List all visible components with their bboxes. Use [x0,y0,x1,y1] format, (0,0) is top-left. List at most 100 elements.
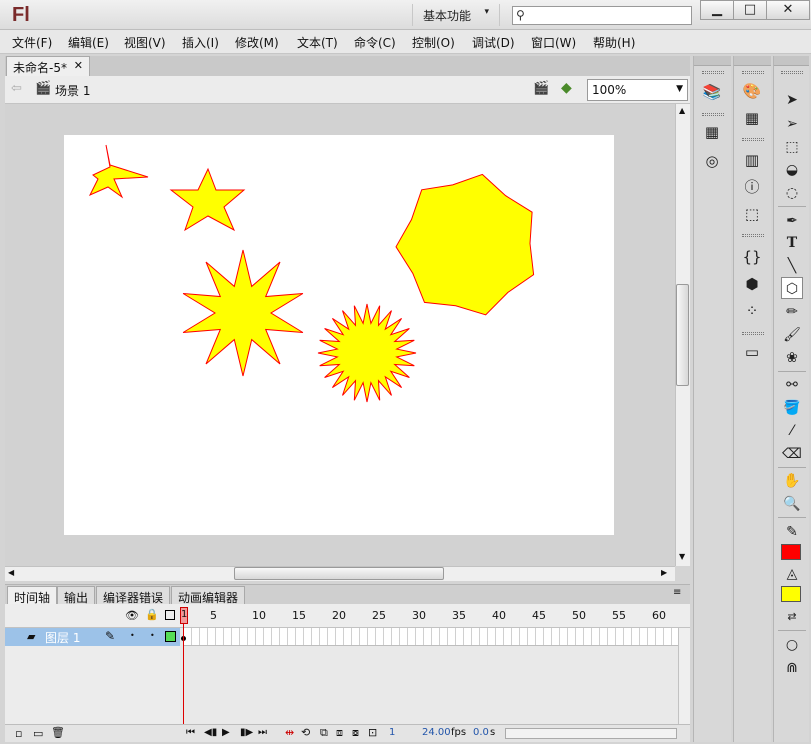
panel-grip[interactable] [742,234,764,237]
bone-tool-icon[interactable]: ⚯ [781,374,803,396]
workspace-switcher[interactable]: 基本功能 ▾ [412,4,500,26]
hand-tool-icon[interactable]: ✋ [781,470,803,492]
current-frame[interactable]: 1 [389,727,395,738]
timeline-horizontal-scrollbar[interactable] [505,728,677,739]
eyedropper-tool-icon[interactable]: ⁄ [781,420,803,442]
layer-row[interactable]: ▰ 图层 1 ✎ • • [5,628,180,646]
brush-tool-icon[interactable]: 🖌 [781,324,803,346]
object-drawing-icon[interactable]: ○ [781,634,803,656]
new-folder-icon[interactable]: ▭ [33,727,43,740]
panel-grip[interactable] [781,71,803,74]
center-frame-icon[interactable]: ⇹ [285,726,294,739]
align-icon[interactable]: ▥ [742,150,762,170]
maximize-button[interactable]: □ [733,0,767,20]
menu-commands[interactable]: 命令(C) [354,34,396,51]
deco-tool-icon[interactable]: ❀ [781,347,803,369]
star-5-point[interactable] [88,144,149,199]
step-forward-icon[interactable]: ▮▶ [240,727,253,738]
swap-colors-icon[interactable]: ⇄ [781,606,803,628]
onion-outline-icon[interactable]: ⧈ [336,726,343,740]
close-tab-icon[interactable]: ✕ [74,59,83,72]
panel-grip[interactable] [742,332,764,335]
snap-to-objects-icon[interactable]: ⋒ [781,657,803,679]
menu-window[interactable]: 窗口(W) [531,34,576,51]
heptagon-star[interactable] [395,173,535,316]
menu-view[interactable]: 视图(V) [124,34,166,51]
scroll-up-icon[interactable]: ▲ [679,106,685,115]
edit-symbols-icon[interactable]: ◆ [561,80,572,96]
frame-rate[interactable]: 24.00 [422,727,451,738]
swatches-icon[interactable]: ▦ [742,108,762,128]
tab-compiler-errors[interactable]: 编译器错误 [96,586,171,605]
components-icon[interactable]: ▦ [702,122,722,142]
menu-text[interactable]: 文本(T) [297,34,338,51]
layer-outline-color[interactable] [165,631,176,642]
free-transform-tool-icon[interactable]: ⬚ [781,136,803,158]
menu-edit[interactable]: 编辑(E) [68,34,109,51]
new-layer-icon[interactable]: ▫ [15,727,22,740]
color-icon[interactable]: 🎨 [742,81,762,101]
fill-color-swatch[interactable] [781,586,801,602]
lock-icon[interactable]: 🔒 [145,608,159,621]
menu-help[interactable]: 帮助(H) [593,34,635,51]
back-arrow-icon[interactable]: ⇦ [11,81,22,96]
delete-icon[interactable]: 🗑 [51,726,65,739]
edit-scene-icon[interactable]: 🎬 [533,81,549,96]
onion-skin-icon[interactable]: ⧉ [320,726,328,740]
visibility-dot[interactable]: • [130,631,135,640]
pen-tool-icon[interactable]: ✒ [781,210,803,232]
document-tab[interactable]: 未命名-5* ✕ [6,56,90,76]
star-6-point[interactable] [169,167,246,232]
panel-grip[interactable] [702,113,724,116]
panel-grip[interactable] [742,138,764,141]
3d-rotation-tool-icon[interactable]: ◒ [781,159,803,181]
panel-grip[interactable] [742,71,764,74]
star-burst-24-point[interactable] [317,303,417,403]
stroke-color-swatch[interactable] [781,544,801,560]
transform-icon[interactable]: ⬚ [742,204,762,224]
loop-icon[interactable]: ⟲ [301,726,310,739]
panel-grip[interactable] [702,71,724,74]
line-tool-icon[interactable]: ╲ [781,255,803,277]
info-icon[interactable]: ⓘ [742,177,762,197]
star-10-point[interactable] [182,249,304,377]
scroll-left-icon[interactable]: ◀ [8,568,14,577]
motion-icon[interactable]: ⁘ [742,301,762,321]
panel-menu-icon[interactable]: ≡ [673,587,681,598]
menu-file[interactable]: 文件(F) [12,34,52,51]
tab-output[interactable]: 输出 [57,586,96,605]
paint-bucket-tool-icon[interactable]: 🪣 [781,397,803,419]
layer-name[interactable]: 图层 1 [45,629,80,646]
scroll-right-icon[interactable]: ▶ [661,568,667,577]
tab-motion-editor[interactable]: 动画编辑器 [171,586,246,605]
selection-tool-icon[interactable]: ➤ [781,89,803,111]
eraser-tool-icon[interactable]: ⌫ [781,443,803,465]
components-icon[interactable]: ⬢ [742,274,762,294]
help-search-input[interactable]: ⚲ [512,6,692,25]
stage-canvas[interactable] [64,135,614,535]
playhead[interactable]: 1 [180,607,188,624]
horizontal-scroll-thumb[interactable] [234,567,444,580]
lock-dot[interactable]: • [150,631,155,640]
menu-insert[interactable]: 插入(I) [182,34,219,51]
play-icon[interactable]: ▶ [222,727,230,738]
lasso-tool-icon[interactable]: ◌ [781,182,803,204]
go-to-last-frame-icon[interactable]: ⏭ [258,727,267,738]
code-snippets-icon[interactable]: {} [742,247,762,267]
menu-control[interactable]: 控制(O) [412,34,455,51]
text-tool-icon[interactable]: T [781,232,803,254]
layer-frames[interactable] [184,628,678,646]
polystar-tool-icon[interactable]: ⬡ [781,277,803,299]
pencil-tool-icon[interactable]: ✏ [781,301,803,323]
motion-presets-icon[interactable]: ◎ [702,151,722,171]
scroll-down-icon[interactable]: ▼ [679,552,685,561]
library-icon[interactable]: 📚 [702,82,722,102]
minimize-button[interactable]: ▁ [700,0,734,20]
vertical-scroll-thumb[interactable] [676,284,689,386]
tab-timeline[interactable]: 时间轴 [7,586,58,605]
close-button[interactable]: ✕ [766,0,810,20]
subselection-tool-icon[interactable]: ➢ [781,113,803,135]
step-back-icon[interactable]: ◀▮ [204,727,217,738]
zoom-tool-icon[interactable]: 🔍 [781,493,803,515]
edit-multiple-frames-icon[interactable]: ⧇ [352,726,359,740]
